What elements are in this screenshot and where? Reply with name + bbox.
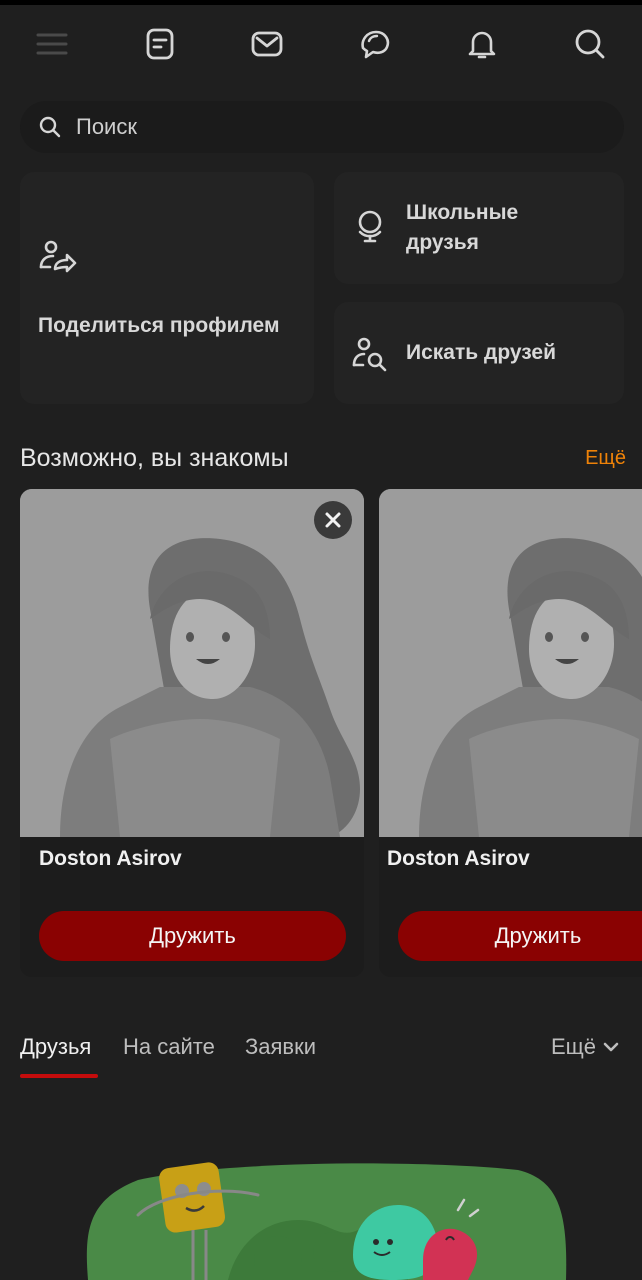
mail-button[interactable] xyxy=(237,14,297,74)
top-nav-bar xyxy=(0,5,642,83)
search-icon xyxy=(39,116,61,138)
user-search-icon xyxy=(352,337,387,372)
search-icon xyxy=(575,29,605,59)
mail-icon xyxy=(251,31,283,57)
notifications-button[interactable] xyxy=(452,14,512,74)
tab-friends[interactable]: Друзья xyxy=(20,1034,91,1060)
tabs-more-label: Ещё xyxy=(550,1034,596,1059)
female-silhouette-icon xyxy=(379,489,642,837)
school-friends-card[interactable]: Школьные друзья xyxy=(334,172,624,284)
friends-tabs: Друзья На сайте Заявки Ещё xyxy=(0,1030,642,1080)
active-tab-indicator xyxy=(20,1074,98,1078)
close-icon xyxy=(325,512,341,528)
search-placeholder: Поиск xyxy=(76,114,137,139)
find-friends-card[interactable]: Искать друзей xyxy=(334,302,624,404)
share-profile-label: Поделиться профилем xyxy=(38,314,280,337)
female-silhouette-icon xyxy=(20,489,364,837)
menu-icon xyxy=(36,33,68,55)
tab-requests[interactable]: Заявки xyxy=(245,1034,316,1060)
suggestions-title: Возможно, вы знакомы xyxy=(20,444,289,472)
suggestion-name: Doston Asirov xyxy=(39,847,182,870)
feed-icon xyxy=(146,28,173,60)
search-input[interactable]: Поиск xyxy=(20,101,624,153)
suggestion-name: Doston Asirov xyxy=(387,847,530,870)
tabs-more-button[interactable]: Ещё xyxy=(551,1034,620,1060)
tab-online[interactable]: На сайте xyxy=(123,1034,215,1060)
chat-button[interactable] xyxy=(345,14,405,74)
share-profile-card[interactable]: Поделиться профилем xyxy=(20,172,314,404)
friends-illustration xyxy=(86,1162,567,1280)
bell-icon xyxy=(469,31,496,59)
add-friend-button[interactable]: Дружить xyxy=(39,911,346,961)
dismiss-button[interactable] xyxy=(314,501,352,539)
globe-icon xyxy=(358,210,382,243)
suggestions-more-link[interactable]: Ещё xyxy=(585,447,626,470)
add-friend-button[interactable]: Дружить xyxy=(398,911,642,961)
menu-button[interactable] xyxy=(22,14,82,74)
chat-icon xyxy=(361,30,389,59)
search-button[interactable] xyxy=(560,14,620,74)
avatar-placeholder xyxy=(379,489,642,837)
suggestion-card[interactable]: Doston Asirov Дружить xyxy=(20,489,364,977)
chevron-down-icon xyxy=(603,1042,619,1052)
user-share-icon xyxy=(39,240,77,273)
find-friends-label: Искать друзей xyxy=(406,341,557,364)
school-friends-label: Школьные друзья xyxy=(406,201,519,254)
feed-button[interactable] xyxy=(130,14,190,74)
avatar-placeholder xyxy=(20,489,364,837)
suggestion-card[interactable]: Doston Asirov Дружить xyxy=(379,489,642,977)
